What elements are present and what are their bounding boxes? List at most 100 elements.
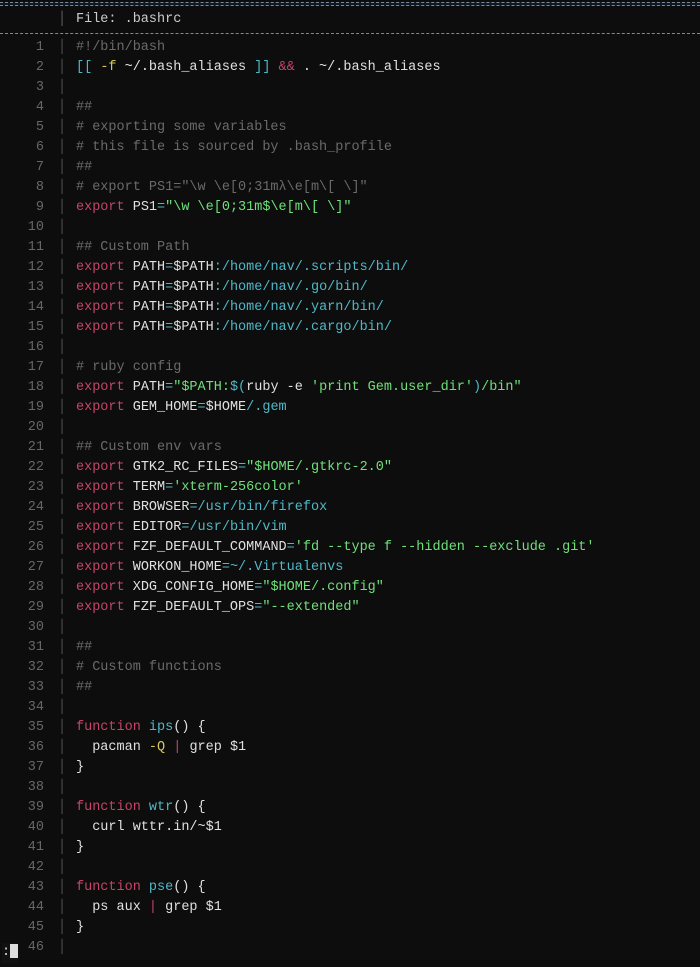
code-line[interactable]: 9│export PS1="\w \e[0;31m$\e[m\[ \]" bbox=[0, 198, 700, 218]
code-line[interactable]: 35│function ips() { bbox=[0, 718, 700, 738]
code-content[interactable] bbox=[70, 698, 76, 718]
code-line[interactable]: 32│# Custom functions bbox=[0, 658, 700, 678]
code-content[interactable]: export GEM_HOME=$HOME/.gem bbox=[70, 398, 287, 418]
code-content[interactable]: # exporting some variables bbox=[70, 118, 287, 138]
code-line[interactable]: 20│ bbox=[0, 418, 700, 438]
code-content[interactable]: export BROWSER=/usr/bin/firefox bbox=[70, 498, 327, 518]
code-line[interactable]: 22│export GTK2_RC_FILES="$HOME/.gtkrc-2.… bbox=[0, 458, 700, 478]
code-content[interactable] bbox=[70, 338, 76, 358]
code-line[interactable]: 24│export BROWSER=/usr/bin/firefox bbox=[0, 498, 700, 518]
code-line[interactable]: 42│ bbox=[0, 858, 700, 878]
code-content[interactable] bbox=[70, 618, 76, 638]
code-line[interactable]: 12│export PATH=$PATH:/home/nav/.scripts/… bbox=[0, 258, 700, 278]
code-content[interactable] bbox=[70, 938, 76, 958]
token bbox=[125, 200, 133, 215]
code-line[interactable]: 25│export EDITOR=/usr/bin/vim bbox=[0, 518, 700, 538]
code-line[interactable]: 44│ ps aux | grep $1 bbox=[0, 898, 700, 918]
code-line[interactable]: 10│ bbox=[0, 218, 700, 238]
code-content[interactable]: ## bbox=[70, 98, 92, 118]
code-line[interactable]: 4│## bbox=[0, 98, 700, 118]
code-line[interactable]: 31│## bbox=[0, 638, 700, 658]
code-content[interactable]: # export PS1="\w \e[0;31mλ\e[m\[ \]" bbox=[70, 178, 368, 198]
code-content[interactable]: ## Custom env vars bbox=[70, 438, 222, 458]
line-number: 37 bbox=[0, 758, 58, 778]
code-area[interactable]: 1│#!/bin/bash2│[[ -f ~/.bash_aliases ]] … bbox=[0, 34, 700, 958]
code-line[interactable]: 21│## Custom env vars bbox=[0, 438, 700, 458]
code-line[interactable]: 7│## bbox=[0, 158, 700, 178]
code-content[interactable] bbox=[70, 858, 76, 878]
code-content[interactable]: } bbox=[70, 918, 84, 938]
code-line[interactable]: 28│export XDG_CONFIG_HOME="$HOME/.config… bbox=[0, 578, 700, 598]
code-line[interactable]: 5│# exporting some variables bbox=[0, 118, 700, 138]
code-line[interactable]: 46│ bbox=[0, 938, 700, 958]
code-line[interactable]: 29│export FZF_DEFAULT_OPS="--extended" bbox=[0, 598, 700, 618]
code-content[interactable]: export PATH=$PATH:/home/nav/.yarn/bin/ bbox=[70, 298, 384, 318]
code-content[interactable]: curl wttr.in/~$1 bbox=[70, 818, 222, 838]
code-content[interactable]: export XDG_CONFIG_HOME="$HOME/.config" bbox=[70, 578, 384, 598]
code-content[interactable]: #!/bin/bash bbox=[70, 38, 165, 58]
code-line[interactable]: 13│export PATH=$PATH:/home/nav/.go/bin/ bbox=[0, 278, 700, 298]
code-content[interactable]: } bbox=[70, 838, 84, 858]
code-line[interactable]: 11│## Custom Path bbox=[0, 238, 700, 258]
code-content[interactable]: function wtr() { bbox=[70, 798, 206, 818]
code-content[interactable]: export PATH="$PATH:$(ruby -e 'print Gem.… bbox=[70, 378, 522, 398]
code-line[interactable]: 2│[[ -f ~/.bash_aliases ]] && . ~/.bash_… bbox=[0, 58, 700, 78]
code-content[interactable]: function pse() { bbox=[70, 878, 206, 898]
code-content[interactable]: ## Custom Path bbox=[70, 238, 189, 258]
code-content[interactable]: # this file is sourced by .bash_profile bbox=[70, 138, 392, 158]
code-content[interactable]: [[ -f ~/.bash_aliases ]] && . ~/.bash_al… bbox=[70, 58, 441, 78]
code-line[interactable]: 37│} bbox=[0, 758, 700, 778]
code-content[interactable]: # Custom functions bbox=[70, 658, 222, 678]
code-line[interactable]: 33│## bbox=[0, 678, 700, 698]
code-line[interactable]: 23│export TERM='xterm-256color' bbox=[0, 478, 700, 498]
code-line[interactable]: 17│# ruby config bbox=[0, 358, 700, 378]
code-line[interactable]: 15│export PATH=$PATH:/home/nav/.cargo/bi… bbox=[0, 318, 700, 338]
token: export bbox=[76, 600, 125, 615]
code-content[interactable]: export PATH=$PATH:/home/nav/.cargo/bin/ bbox=[70, 318, 392, 338]
code-line[interactable]: 38│ bbox=[0, 778, 700, 798]
code-content[interactable]: ## bbox=[70, 158, 92, 178]
code-content[interactable]: export EDITOR=/usr/bin/vim bbox=[70, 518, 287, 538]
code-content[interactable]: export WORKON_HOME=~/.Virtualenvs bbox=[70, 558, 343, 578]
code-content[interactable]: pacman -Q | grep $1 bbox=[70, 738, 246, 758]
code-line[interactable]: 43│function pse() { bbox=[0, 878, 700, 898]
code-line[interactable]: 16│ bbox=[0, 338, 700, 358]
code-content[interactable] bbox=[70, 778, 76, 798]
command-line[interactable]: : bbox=[2, 943, 18, 963]
line-number: 3 bbox=[0, 78, 58, 98]
code-line[interactable]: 39│function wtr() { bbox=[0, 798, 700, 818]
code-line[interactable]: 36│ pacman -Q | grep $1 bbox=[0, 738, 700, 758]
code-line[interactable]: 45│} bbox=[0, 918, 700, 938]
code-content[interactable]: ## bbox=[70, 678, 92, 698]
code-line[interactable]: 1│#!/bin/bash bbox=[0, 38, 700, 58]
code-line[interactable]: 18│export PATH="$PATH:$(ruby -e 'print G… bbox=[0, 378, 700, 398]
code-content[interactable] bbox=[70, 218, 76, 238]
code-line[interactable]: 41│} bbox=[0, 838, 700, 858]
code-line[interactable]: 34│ bbox=[0, 698, 700, 718]
token: /usr/bin/firefox bbox=[198, 500, 328, 515]
code-content[interactable] bbox=[70, 418, 76, 438]
token: ## Custom Path bbox=[76, 240, 189, 255]
code-content[interactable]: export PS1="\w \e[0;31m$\e[m\[ \]" bbox=[70, 198, 351, 218]
code-line[interactable]: 26│export FZF_DEFAULT_COMMAND='fd --type… bbox=[0, 538, 700, 558]
code-content[interactable]: export FZF_DEFAULT_OPS="--extended" bbox=[70, 598, 360, 618]
code-line[interactable]: 40│ curl wttr.in/~$1 bbox=[0, 818, 700, 838]
code-content[interactable]: export TERM='xterm-256color' bbox=[70, 478, 303, 498]
code-content[interactable] bbox=[70, 78, 76, 98]
code-content[interactable]: export PATH=$PATH:/home/nav/.scripts/bin… bbox=[70, 258, 408, 278]
code-content[interactable]: ## bbox=[70, 638, 92, 658]
code-line[interactable]: 3│ bbox=[0, 78, 700, 98]
code-line[interactable]: 27│export WORKON_HOME=~/.Virtualenvs bbox=[0, 558, 700, 578]
code-line[interactable]: 8│# export PS1="\w \e[0;31mλ\e[m\[ \]" bbox=[0, 178, 700, 198]
code-line[interactable]: 6│# this file is sourced by .bash_profil… bbox=[0, 138, 700, 158]
code-content[interactable]: ps aux | grep $1 bbox=[70, 898, 222, 918]
code-content[interactable]: # ruby config bbox=[70, 358, 181, 378]
code-content[interactable]: export PATH=$PATH:/home/nav/.go/bin/ bbox=[70, 278, 368, 298]
code-line[interactable]: 30│ bbox=[0, 618, 700, 638]
code-content[interactable]: } bbox=[70, 758, 84, 778]
code-line[interactable]: 19│export GEM_HOME=$HOME/.gem bbox=[0, 398, 700, 418]
code-content[interactable]: export GTK2_RC_FILES="$HOME/.gtkrc-2.0" bbox=[70, 458, 392, 478]
code-content[interactable]: export FZF_DEFAULT_COMMAND='fd --type f … bbox=[70, 538, 595, 558]
code-content[interactable]: function ips() { bbox=[70, 718, 206, 738]
code-line[interactable]: 14│export PATH=$PATH:/home/nav/.yarn/bin… bbox=[0, 298, 700, 318]
